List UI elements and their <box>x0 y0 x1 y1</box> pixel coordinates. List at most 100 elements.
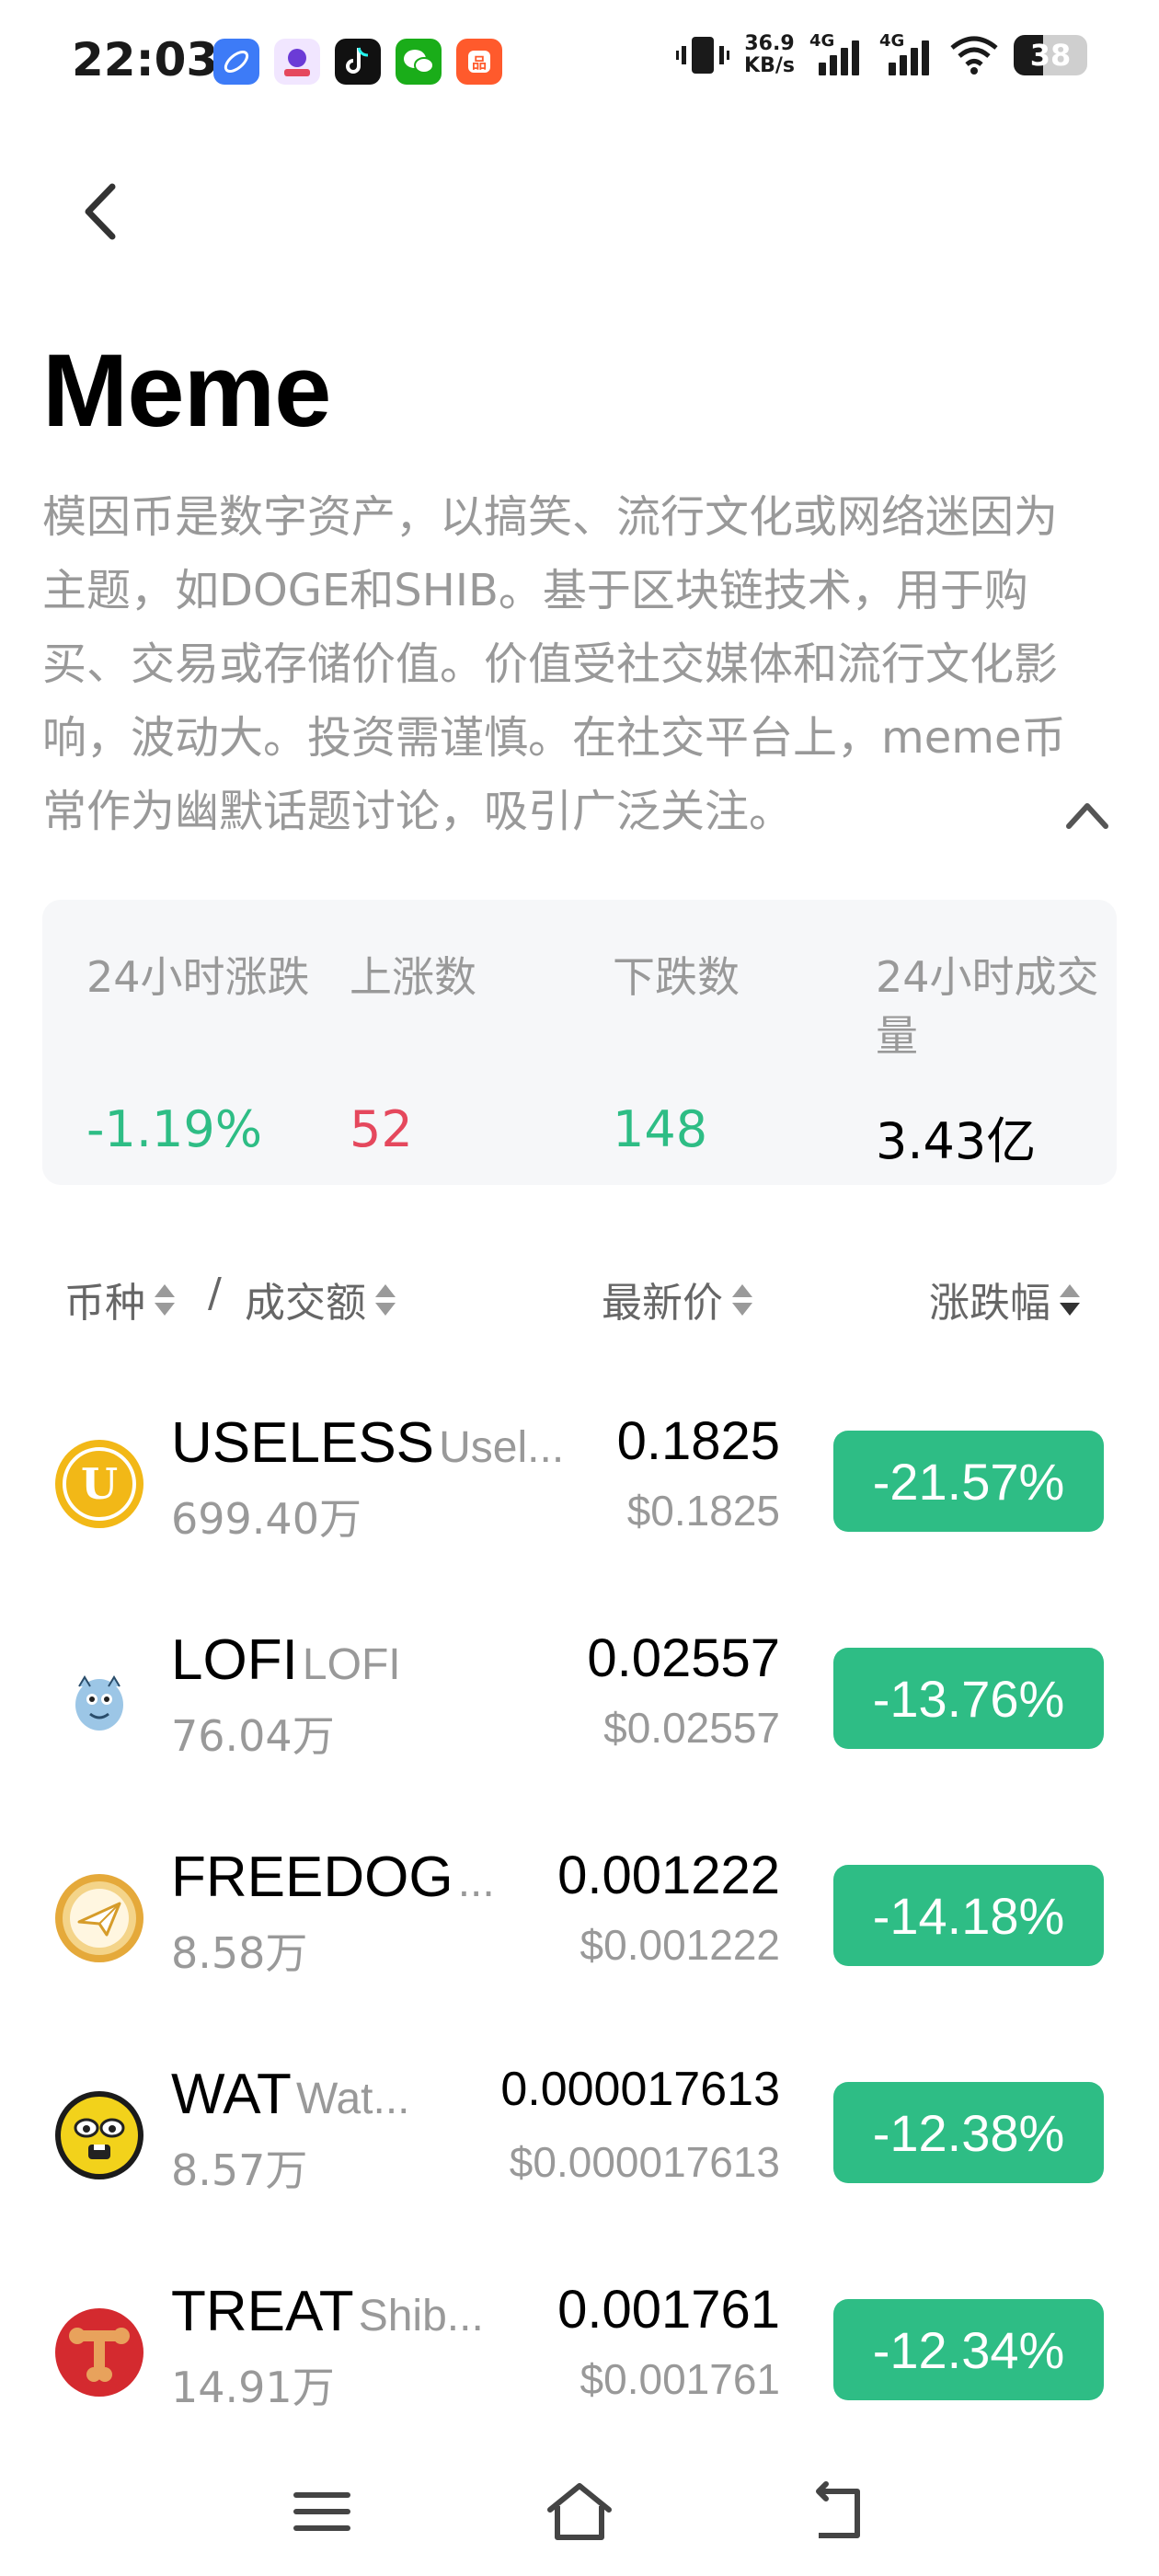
change-badge: -12.34% <box>833 2299 1104 2400</box>
coin-symbol-line: FREEDOG ... <box>171 1845 576 1910</box>
signal-2-icon: 4G <box>879 31 935 75</box>
coin-volume: 8.58万 <box>171 1928 308 1978</box>
sig1-label: 4G <box>809 31 835 51</box>
speed-value: 36.9 <box>744 32 795 55</box>
sort-by-volume[interactable]: 成交额 <box>245 1270 396 1328</box>
coin-row[interactable]: LOFI LOFI 76.04万 0.02557 $0.02557 -13.76… <box>0 1611 1159 1795</box>
coin-symbol-line: TREAT Shib... <box>171 2279 576 2344</box>
menu-button[interactable] <box>285 2475 359 2548</box>
coin-symbol: FREEDOG <box>171 1846 453 1909</box>
coin-price: 0.02557 <box>587 1628 780 1688</box>
menu-icon <box>293 2492 350 2531</box>
system-nav-bar <box>0 2447 1159 2576</box>
lofi-coin-icon <box>55 1657 143 1745</box>
coin-price: 0.000017613 <box>500 2063 780 2116</box>
coin-volume: 76.04万 <box>171 1711 335 1761</box>
stat-value: -1.19% <box>86 1100 263 1158</box>
sort-by-change[interactable]: 涨跌幅 <box>929 1270 1080 1328</box>
coin-volume: 8.57万 <box>171 2145 308 2195</box>
notification-icons: 品 <box>213 39 502 85</box>
coin-row[interactable]: FREEDOG ... 8.58万 0.001222 $0.001222 -14… <box>0 1828 1159 2012</box>
coin-symbol-line: USELESS Usel... <box>171 1410 576 1476</box>
coin-list-header: 币种 / 成交额 最新价 涨跌幅 <box>0 1270 1159 1334</box>
stat-label: 24小时涨跌 <box>86 952 310 1002</box>
coin-price: 0.1825 <box>616 1411 780 1471</box>
change-badge: -12.38% <box>833 2082 1104 2183</box>
change-column-label: 涨跌幅 <box>929 1280 1050 1327</box>
freedog-coin-icon <box>55 1874 143 1962</box>
signal-1-icon: 4G <box>809 31 865 75</box>
stat-24h-volume: 24小时成交量 3.43亿 <box>876 948 1115 1170</box>
coin-row[interactable]: WAT Wat... 8.57万 0.000017613 $0.00001761… <box>0 2045 1159 2229</box>
separator-text: / <box>208 1270 222 1317</box>
coin-volume: 699.40万 <box>171 1494 361 1544</box>
wat-coin-icon <box>55 2091 143 2179</box>
coin-name: Wat... <box>295 2075 410 2123</box>
status-time: 22:03 <box>72 33 219 86</box>
chevron-left-icon <box>85 183 116 240</box>
shopping-app-icon: 品 <box>456 39 502 85</box>
status-indicators: 36.9 KB/s 4G 4G 38 <box>676 31 1087 77</box>
coin-symbol: WAT <box>171 2063 292 2126</box>
page-title: Meme <box>42 333 331 448</box>
stat-rise-count: 上涨数 52 <box>350 948 589 1158</box>
coin-symbol: LOFI <box>171 1628 298 1692</box>
coin-usd-price: $0.02557 <box>603 1704 780 1752</box>
stat-label: 24小时成交量 <box>876 952 1099 1061</box>
coin-row[interactable]: U USELESS Usel... 699.40万 0.1825 $0.1825… <box>0 1394 1159 1578</box>
useless-coin-icon: U <box>55 1440 143 1528</box>
stat-label: 下跌数 <box>613 952 740 1002</box>
market-stats-card: 24小时涨跌 -1.19% 上涨数 52 下跌数 148 24小时成交量 3.4… <box>42 900 1117 1185</box>
stat-24h-change: 24小时涨跌 -1.19% <box>86 948 326 1158</box>
price-column-label: 最新价 <box>602 1280 723 1327</box>
battery-level: 38 <box>1029 38 1072 73</box>
change-badge: -21.57% <box>833 1431 1104 1532</box>
coin-name: LOFI <box>302 1640 401 1689</box>
stat-label: 上涨数 <box>350 952 476 1002</box>
coin-volume: 14.91万 <box>171 2363 335 2412</box>
sort-icon <box>732 1279 752 1319</box>
back-nav-button[interactable] <box>800 2475 874 2548</box>
sort-by-price[interactable]: 最新价 <box>602 1270 752 1328</box>
home-icon <box>547 2483 612 2540</box>
volume-column-label: 成交额 <box>245 1280 366 1327</box>
coin-usd-price: $0.000017613 <box>509 2138 780 2186</box>
svg-text:品: 品 <box>472 54 487 72</box>
speed-unit: KB/s <box>744 54 795 77</box>
chevron-up-icon <box>1066 803 1108 829</box>
sort-icon <box>375 1279 396 1319</box>
return-icon <box>816 2481 860 2538</box>
battery-icon: 38 <box>1014 35 1087 75</box>
coin-name: Usel... <box>439 1423 565 1472</box>
svg-text:U: U <box>81 1459 118 1509</box>
sort-icon <box>155 1279 175 1319</box>
category-description: 模因币是数字资产，以搞笑、流行文化或网络迷因为主题，如DOGE和SHIB。基于区… <box>42 491 1066 837</box>
change-badge: -13.76% <box>833 1648 1104 1749</box>
stat-fall-count: 下跌数 148 <box>613 948 852 1158</box>
back-button[interactable] <box>74 179 129 244</box>
coin-symbol-line: LOFI LOFI <box>171 1627 576 1693</box>
home-button[interactable] <box>543 2475 616 2548</box>
stat-value: 3.43亿 <box>876 1112 1037 1170</box>
coin-price: 0.001222 <box>557 1846 780 1905</box>
game-app-icon <box>274 39 320 85</box>
status-bar: 22:03 品 36.9 KB/s 4G 4G 38 <box>0 0 1159 129</box>
wifi-icon <box>950 36 998 75</box>
sort-icon <box>1060 1279 1080 1319</box>
network-speed: 36.9 KB/s <box>744 33 795 77</box>
coin-name: Shib... <box>358 2292 484 2340</box>
coin-usd-price: $0.1825 <box>626 1487 780 1535</box>
sort-by-coin[interactable]: 币种 <box>64 1270 175 1328</box>
coin-row[interactable]: TREAT Shib... 14.91万 0.001761 $0.001761 … <box>0 2262 1159 2446</box>
header-separator: / <box>208 1270 222 1317</box>
coin-name: ... <box>457 1857 495 1906</box>
collapse-description-button[interactable] <box>1063 797 1111 834</box>
vibrate-icon <box>676 37 730 74</box>
tiktok-app-icon <box>335 39 381 85</box>
coin-column-label: 币种 <box>64 1280 145 1327</box>
coin-usd-price: $0.001222 <box>580 1921 780 1969</box>
wechat-app-icon <box>396 39 442 85</box>
stat-value: 52 <box>350 1100 413 1158</box>
change-badge: -14.18% <box>833 1865 1104 1966</box>
coin-price: 0.001761 <box>557 2280 780 2340</box>
